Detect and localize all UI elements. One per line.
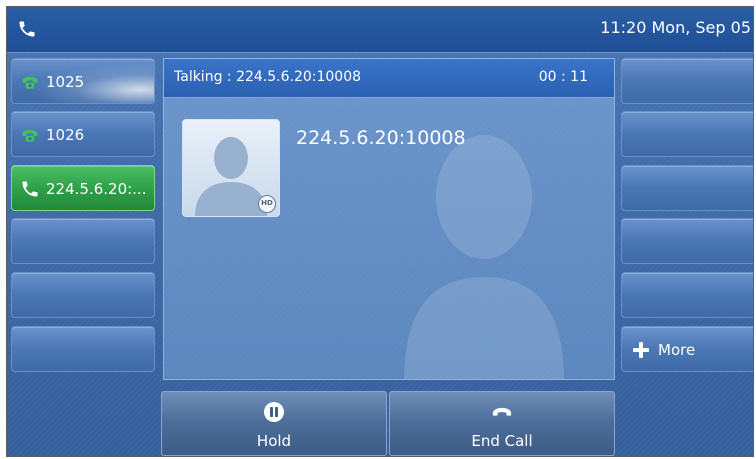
phone-call-icon [22, 181, 38, 197]
side-key-empty[interactable] [621, 111, 753, 157]
side-key-empty[interactable] [621, 272, 753, 318]
line-key-active-call[interactable]: 224.5.6.20:... [11, 165, 155, 211]
more-label: More [658, 341, 696, 359]
line-key-label: 224.5.6.20:... [46, 180, 147, 198]
line-key-1026[interactable]: 1026 [11, 111, 155, 157]
line-key-empty[interactable] [11, 218, 155, 264]
call-header: Talking : 224.5.6.20:10008 00 : 11 [164, 59, 614, 98]
plus-icon [633, 342, 649, 358]
clock: 11:20 Mon, Sep 05 [600, 18, 751, 37]
line-key-empty[interactable] [11, 272, 155, 318]
side-key-empty[interactable] [621, 165, 753, 211]
phone-receiver-icon [22, 77, 38, 89]
call-status: Talking : 224.5.6.20:10008 [174, 69, 362, 85]
contact-avatar: HD [182, 119, 280, 217]
line-key-empty[interactable] [11, 326, 155, 372]
hang-up-icon [492, 407, 512, 416]
contact-silhouette-icon [404, 135, 564, 379]
hold-label: Hold [256, 432, 292, 450]
end-call-label: End Call [471, 432, 533, 450]
pause-icon [264, 402, 284, 422]
line-key-label: 1026 [46, 126, 85, 144]
more-button[interactable]: More [621, 326, 753, 372]
call-timer: 00 : 11 [538, 69, 588, 85]
phone-screen: 11:20 Mon, Sep 05 1025 1026 224.5.6.20:.… [6, 6, 754, 457]
line-key-1025[interactable]: 1025 [11, 58, 155, 104]
line-key-label: 1025 [46, 73, 85, 91]
phone-receiver-icon [22, 130, 38, 142]
end-call-button[interactable]: End Call [389, 391, 615, 456]
side-key-empty[interactable] [621, 218, 753, 264]
status-bar: 11:20 Mon, Sep 05 [7, 7, 753, 53]
phone-icon [19, 21, 35, 37]
hold-button[interactable]: Hold [161, 391, 387, 456]
side-key-empty[interactable] [621, 58, 753, 104]
call-panel: Talking : 224.5.6.20:10008 00 : 11 HD 22… [163, 58, 615, 380]
remote-party-name: 224.5.6.20:10008 [296, 127, 466, 149]
softkey-bar: Hold End Call [161, 391, 615, 456]
hd-badge: HD [258, 195, 276, 213]
